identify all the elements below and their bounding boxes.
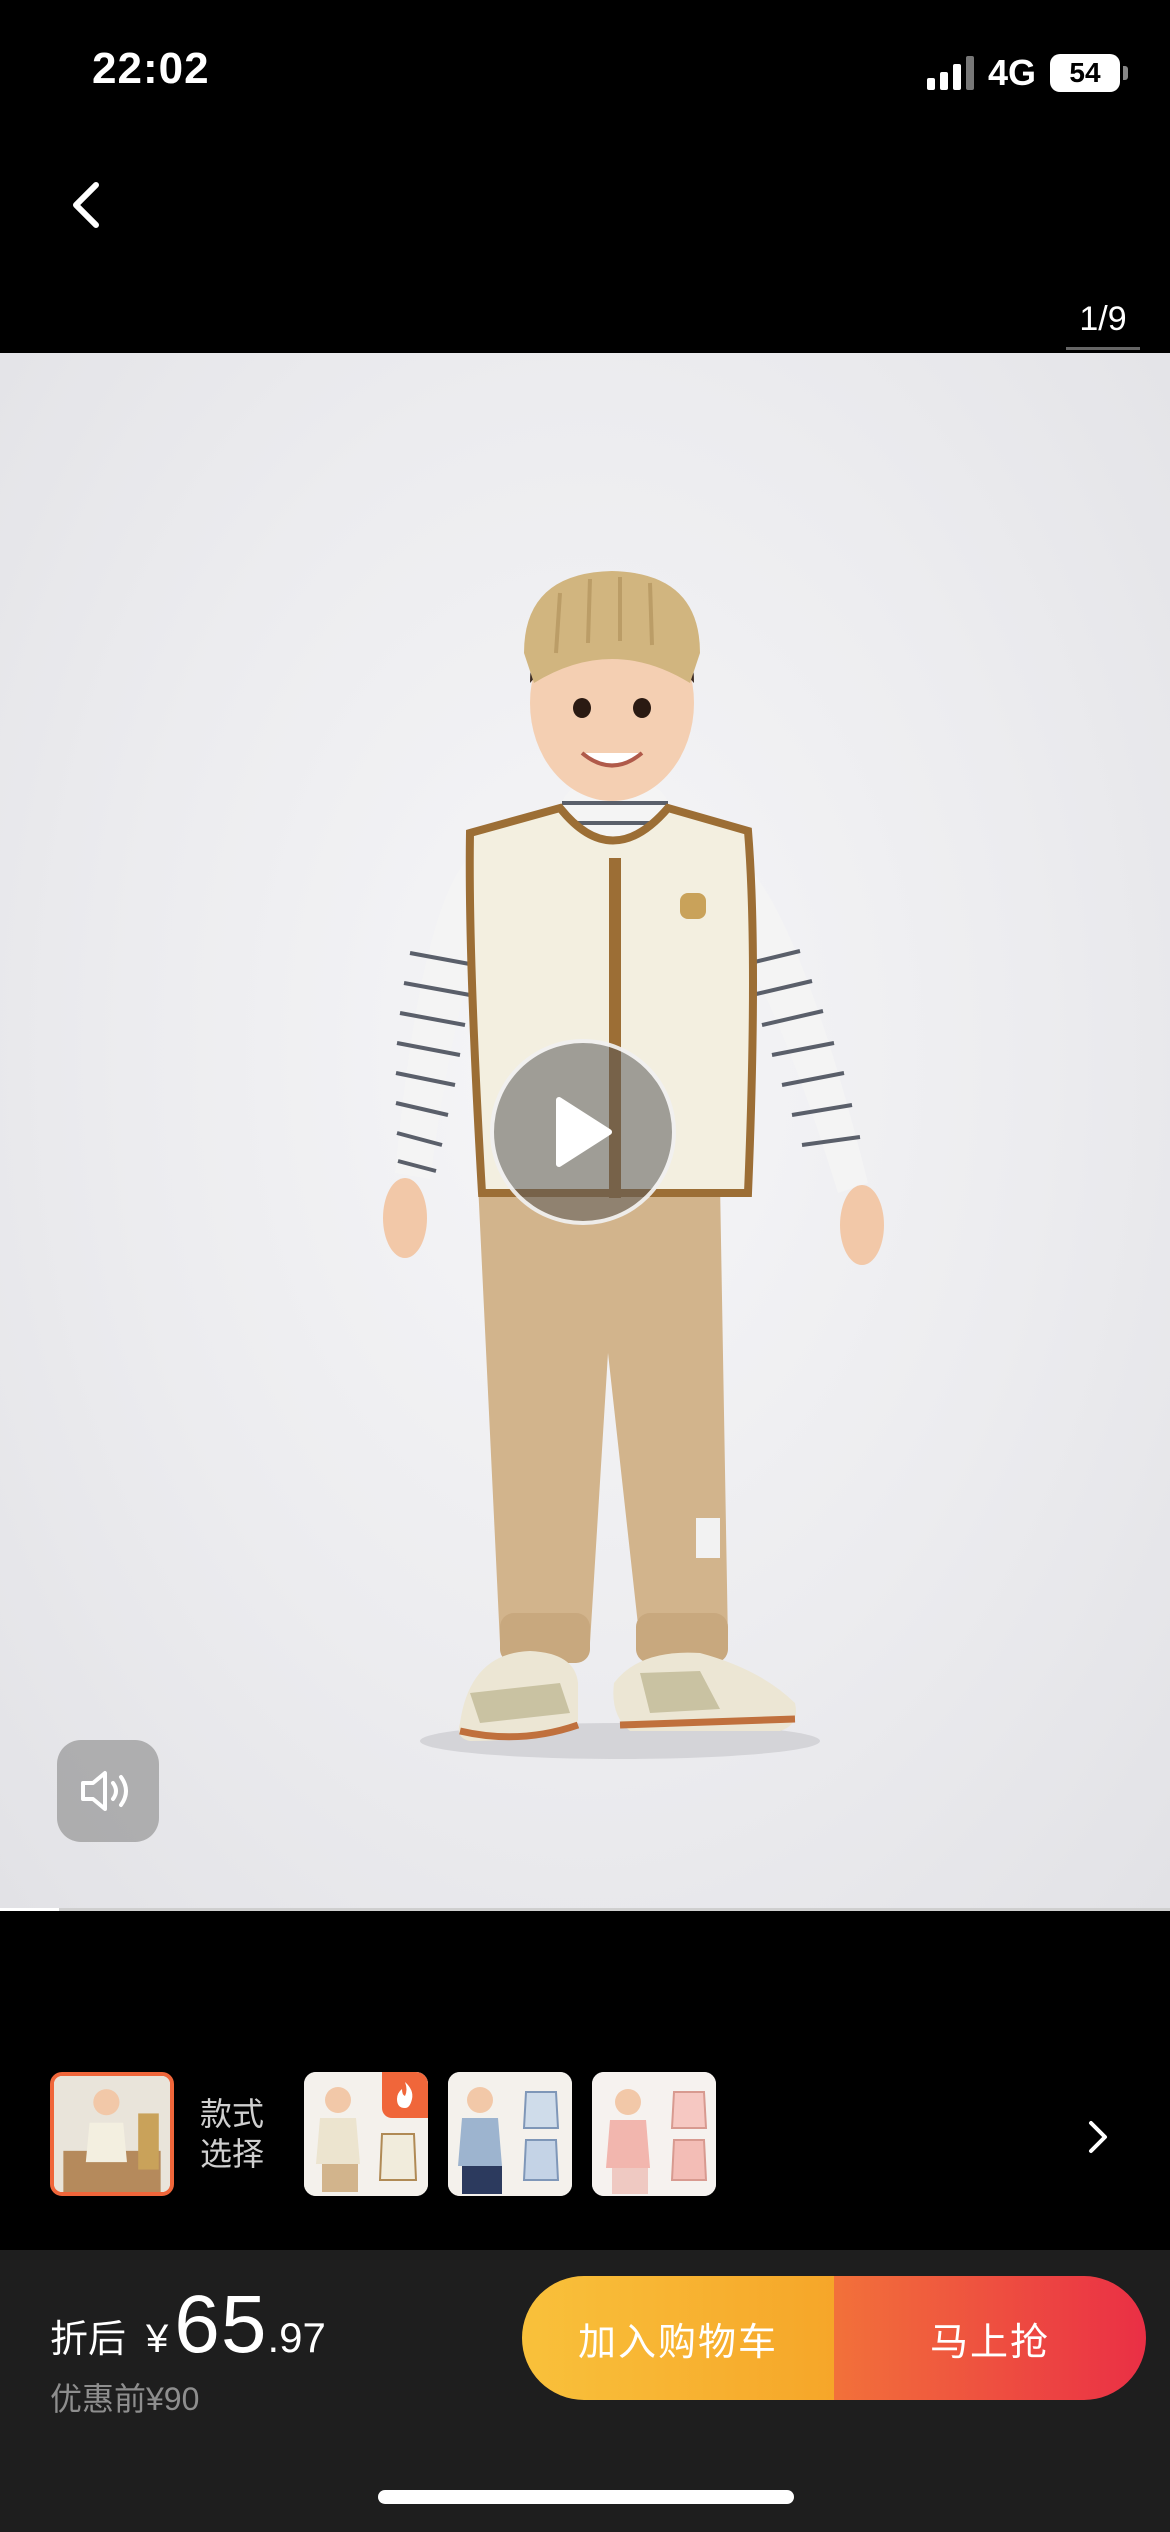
battery-level: 54 <box>1069 57 1101 88</box>
price-after-label: 折后 <box>50 2319 127 2361</box>
price-integer: 65 <box>174 2279 268 2370</box>
thumbnail-image <box>592 2072 716 2196</box>
price-line: 折后 ¥ 65 .97 <box>50 2278 326 2372</box>
network-type: 4G <box>987 52 1036 93</box>
style-option-blue[interactable] <box>448 2072 572 2196</box>
home-indicator[interactable] <box>378 2490 794 2504</box>
price-block: 折后 ¥ 65 .97 优惠前¥90 <box>50 2278 326 2420</box>
product-detail-screen: 22:02 4G 54 1/9 款式 选择 折后 ¥ 65 .97 优惠前¥90… <box>0 0 1170 2532</box>
thumbnails-next-button[interactable] <box>1078 2112 1118 2162</box>
purchase-buttons: 加入购物车 马上抢 <box>522 2276 1146 2400</box>
gallery-page-text: 1/9 <box>1079 300 1127 338</box>
gallery-page-underline <box>1066 347 1140 350</box>
video-progress-bar[interactable] <box>0 1908 1170 1911</box>
status-indicators: 4G 54 <box>926 52 1128 94</box>
status-time: 22:02 <box>92 44 210 93</box>
chevron-right-icon <box>1089 2121 1107 2153</box>
style-option-cream[interactable] <box>304 2072 428 2196</box>
thumbnail-image <box>448 2072 572 2196</box>
product-media[interactable] <box>0 353 1170 1911</box>
price-currency: ¥ <box>146 2317 169 2361</box>
thumbnail-main[interactable] <box>50 2072 174 2196</box>
hot-badge <box>382 2072 428 2118</box>
battery-icon: 54 <box>1050 54 1128 92</box>
style-select-label: 款式 选择 <box>200 2094 280 2174</box>
buy-now-button[interactable]: 马上抢 <box>834 2276 1146 2400</box>
mute-toggle-button[interactable] <box>57 1740 159 1842</box>
original-price: 优惠前¥90 <box>50 2381 200 2417</box>
price-decimal: .97 <box>267 2314 326 2361</box>
play-icon <box>556 1097 612 1167</box>
back-icon <box>73 182 99 228</box>
play-video-button[interactable] <box>490 1039 676 1225</box>
add-to-cart-button[interactable]: 加入购物车 <box>522 2276 834 2400</box>
back-button[interactable] <box>56 170 116 240</box>
video-progress-fill <box>0 1908 59 1911</box>
thumbnail-image <box>54 2076 170 2192</box>
style-thumbnail-strip: 款式 选择 <box>0 2072 1170 2202</box>
style-select-text: 款式 选择 <box>200 2096 265 2172</box>
fire-icon <box>397 2082 413 2108</box>
signal-icon <box>926 56 974 90</box>
style-option-pink[interactable] <box>592 2072 716 2196</box>
speaker-icon <box>81 1771 128 1811</box>
gallery-page-indicator: 1/9 <box>1066 300 1140 350</box>
